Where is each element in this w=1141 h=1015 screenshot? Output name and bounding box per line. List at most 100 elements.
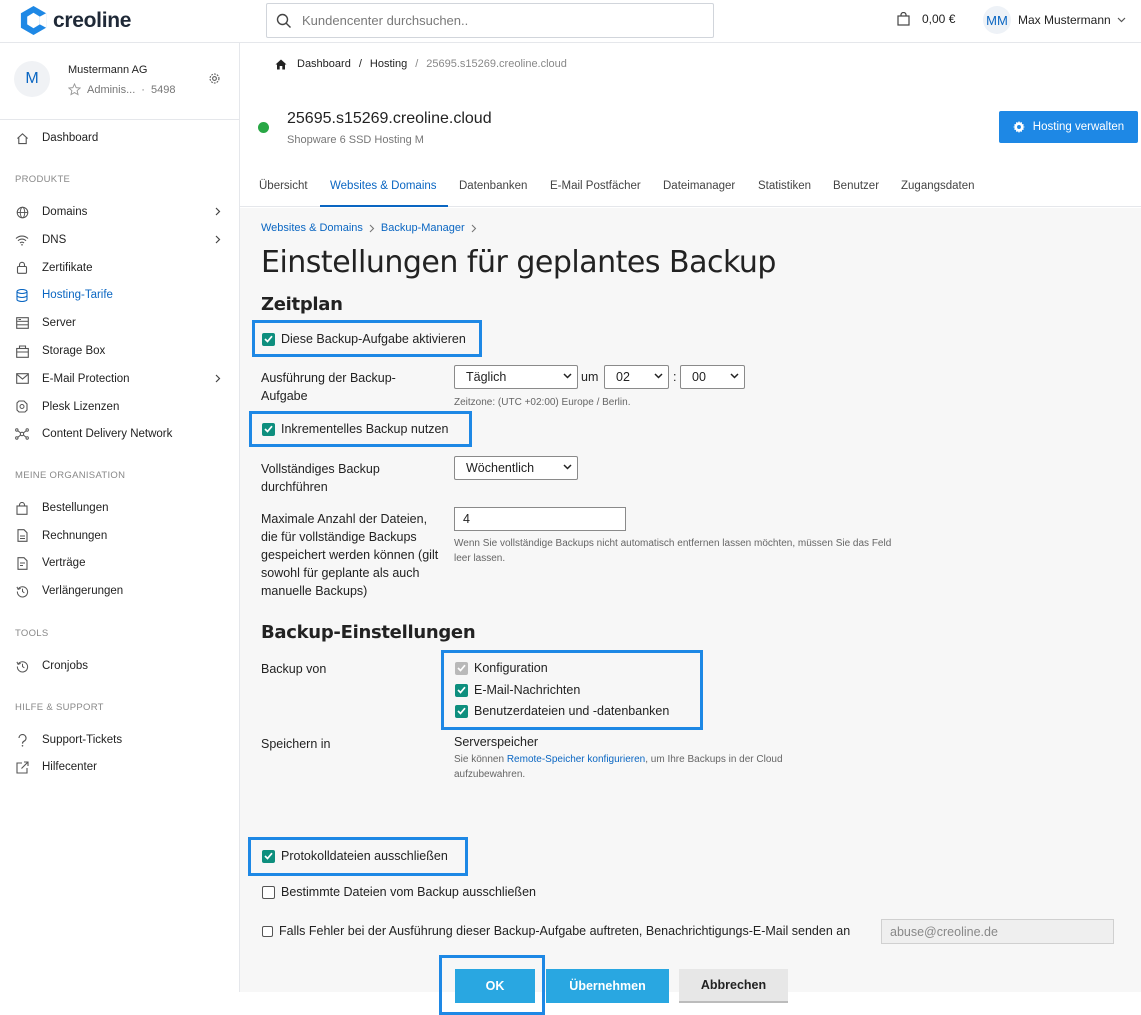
sidebar-item-support-tickets[interactable]: Support-Tickets xyxy=(15,729,225,751)
sidebar-item-rechnungen[interactable]: Rechnungen xyxy=(15,525,225,547)
org-separator: · xyxy=(141,83,145,96)
notify-email-input[interactable]: abuse@creoline.de xyxy=(881,919,1114,944)
at-label: um xyxy=(581,370,599,384)
cart-amount: 0,00 € xyxy=(922,12,956,26)
notify-on-error-checkbox[interactable]: Falls Fehler bei der Ausführung dieser B… xyxy=(262,924,850,938)
main-area: Dashboard / Hosting / 25695.s15269.creol… xyxy=(240,43,1141,1015)
minute-value: 00 xyxy=(692,370,706,384)
sidebar-item-verträge[interactable]: Verträge xyxy=(15,552,225,574)
sidebar-item-cronjobs[interactable]: Cronjobs xyxy=(15,655,225,677)
sidebar-item-plesk-lizenzen[interactable]: Plesk Lizenzen xyxy=(15,396,225,418)
sidebar-item-label: Domains xyxy=(42,206,88,218)
tab-dateimanager[interactable]: Dateimanager xyxy=(663,180,735,192)
frequency-select[interactable]: Täglich xyxy=(454,365,578,389)
checkbox-unchecked[interactable] xyxy=(262,925,273,937)
max-files-input[interactable]: 4 xyxy=(454,507,626,531)
sidebar-item-label: Server xyxy=(42,317,76,330)
time-colon: : xyxy=(673,370,677,384)
tab-zugangsdaten[interactable]: Zugangsdaten xyxy=(901,180,975,192)
org-role: Adminis... xyxy=(87,83,136,96)
sidebar-item-label: Dashboard xyxy=(42,132,99,144)
sidebar-item-hilfecenter[interactable]: Hilfecenter xyxy=(15,756,225,778)
sidebar-item-hosting-tarife[interactable]: Hosting-Tarife xyxy=(15,284,225,306)
cart-button[interactable]: 0,00 € xyxy=(897,12,955,26)
sidebar-item-server[interactable]: Server xyxy=(15,312,225,334)
breadcrumb-hosting[interactable]: Hosting xyxy=(370,58,407,70)
checkbox-disabled xyxy=(455,661,468,675)
wifi-icon xyxy=(15,233,29,247)
contract-icon xyxy=(15,556,29,570)
checkbox-checked[interactable] xyxy=(262,849,275,863)
checkbox-label: Falls Fehler bei der Ausführung dieser B… xyxy=(279,924,851,938)
hour-select[interactable]: 02 xyxy=(604,365,669,389)
full-backup-select[interactable]: Wöchentlich xyxy=(454,456,578,480)
sidebar-item-bestellungen[interactable]: Bestellungen xyxy=(15,497,225,519)
sidebar-item-label: Hilfecenter xyxy=(42,761,97,774)
cancel-button[interactable]: Abbrechen xyxy=(679,969,788,1003)
checkbox-checked[interactable] xyxy=(262,332,275,346)
breadcrumb-dashboard[interactable]: Dashboard xyxy=(297,58,351,70)
sidebar-item-dashboard[interactable]: Dashboard xyxy=(15,127,225,149)
org-name: Mustermann AG xyxy=(68,64,148,76)
search-input[interactable] xyxy=(302,4,702,37)
incremental-backup-checkbox[interactable]: Inkrementelles Backup nutzen xyxy=(262,422,448,436)
user-avatar: MM xyxy=(983,6,1011,34)
checkbox-label: Diese Backup-Aufgabe aktivieren xyxy=(281,332,466,346)
tab-benutzer[interactable]: Benutzer xyxy=(833,180,879,192)
manage-hosting-button[interactable]: Hosting verwalten xyxy=(999,111,1138,143)
tab-websites-domains[interactable]: Websites & Domains xyxy=(330,180,437,192)
org-avatar: M xyxy=(14,61,50,97)
sidebar-item-e-mail-protection[interactable]: E-Mail Protection xyxy=(15,368,225,390)
sidebar-item-label: Support-Tickets xyxy=(42,734,123,746)
chevron-down-icon xyxy=(730,373,739,379)
tab-übersicht[interactable]: Übersicht xyxy=(259,180,308,192)
checkbox-label: Bestimmte Dateien vom Backup ausschließe… xyxy=(281,885,536,899)
tab-bar: Übersicht Websites & Domains Datenbanken E-… xyxy=(240,169,1141,207)
org-card[interactable]: M Mustermann AG Adminis... · 5498 xyxy=(14,61,226,101)
sidebar-item-zertifikate[interactable]: Zertifikate xyxy=(15,257,225,279)
section-heading-products: PRODUKTE xyxy=(15,174,71,185)
activate-task-checkbox[interactable]: Diese Backup-Aufgabe aktivieren xyxy=(262,332,466,346)
sidebar-item-dns[interactable]: DNS xyxy=(15,229,225,251)
checkbox-unchecked[interactable] xyxy=(262,885,275,899)
apply-button[interactable]: Übernehmen xyxy=(546,969,669,1003)
database-icon xyxy=(15,288,29,302)
store-in-label: Speichern in xyxy=(261,737,331,751)
home-icon xyxy=(275,59,287,69)
mail-icon xyxy=(15,372,29,386)
remote-storage-link[interactable]: Remote-Speicher konfigurieren xyxy=(507,754,645,765)
sidebar-item-content-delivery-network[interactable]: Content Delivery Network xyxy=(15,423,225,445)
sidebar-item-domains[interactable]: Domains xyxy=(15,201,225,223)
crumb-backup-manager[interactable]: Backup-Manager xyxy=(381,222,465,234)
exclude-logs-checkbox[interactable]: Protokolldateien ausschließen xyxy=(262,849,448,863)
shopping-bag-icon xyxy=(897,12,910,26)
active-tab-indicator xyxy=(320,205,448,207)
checkbox-checked[interactable] xyxy=(455,683,468,697)
creoline-logo[interactable]: creoline xyxy=(18,5,131,36)
checkbox-checked[interactable] xyxy=(455,704,468,718)
sidebar-item-label: Zertifikate xyxy=(42,261,93,274)
sidebar-item-storage-box[interactable]: Storage Box xyxy=(15,340,225,362)
chevron-down-icon xyxy=(1117,17,1126,23)
checkbox-label: Protokolldateien ausschließen xyxy=(281,849,448,863)
sidebar-item-label: Content Delivery Network xyxy=(42,428,173,441)
minute-select[interactable]: 00 xyxy=(680,365,745,389)
backup-mail-checkbox[interactable]: E-Mail-Nachrichten xyxy=(455,683,580,697)
backup-config-checkbox[interactable]: Konfiguration xyxy=(455,661,548,675)
tab-datenbanken[interactable]: Datenbanken xyxy=(459,180,527,192)
sidebar-item-verlängerungen[interactable]: Verlängerungen xyxy=(15,580,225,602)
search-box[interactable] xyxy=(266,3,714,38)
exclude-files-checkbox[interactable]: Bestimmte Dateien vom Backup ausschließe… xyxy=(262,885,536,899)
ok-button[interactable]: OK xyxy=(455,969,535,1003)
checkbox-checked[interactable] xyxy=(262,422,275,436)
question-icon xyxy=(15,733,29,747)
crumb-websites-domains[interactable]: Websites & Domains xyxy=(261,222,363,234)
backup-userfiles-checkbox[interactable]: Benutzerdateien und -datenbanken xyxy=(455,704,669,718)
user-menu[interactable]: MM Max Mustermann xyxy=(983,6,1126,34)
schedule-heading: Zeitplan xyxy=(261,294,343,315)
breadcrumb-separator: / xyxy=(358,58,362,70)
tab-statistiken[interactable]: Statistiken xyxy=(758,180,811,192)
tab-e-mail-postfächer[interactable]: E-Mail Postfächer xyxy=(550,180,641,192)
history-icon xyxy=(15,584,29,598)
gear-icon[interactable] xyxy=(208,72,221,85)
